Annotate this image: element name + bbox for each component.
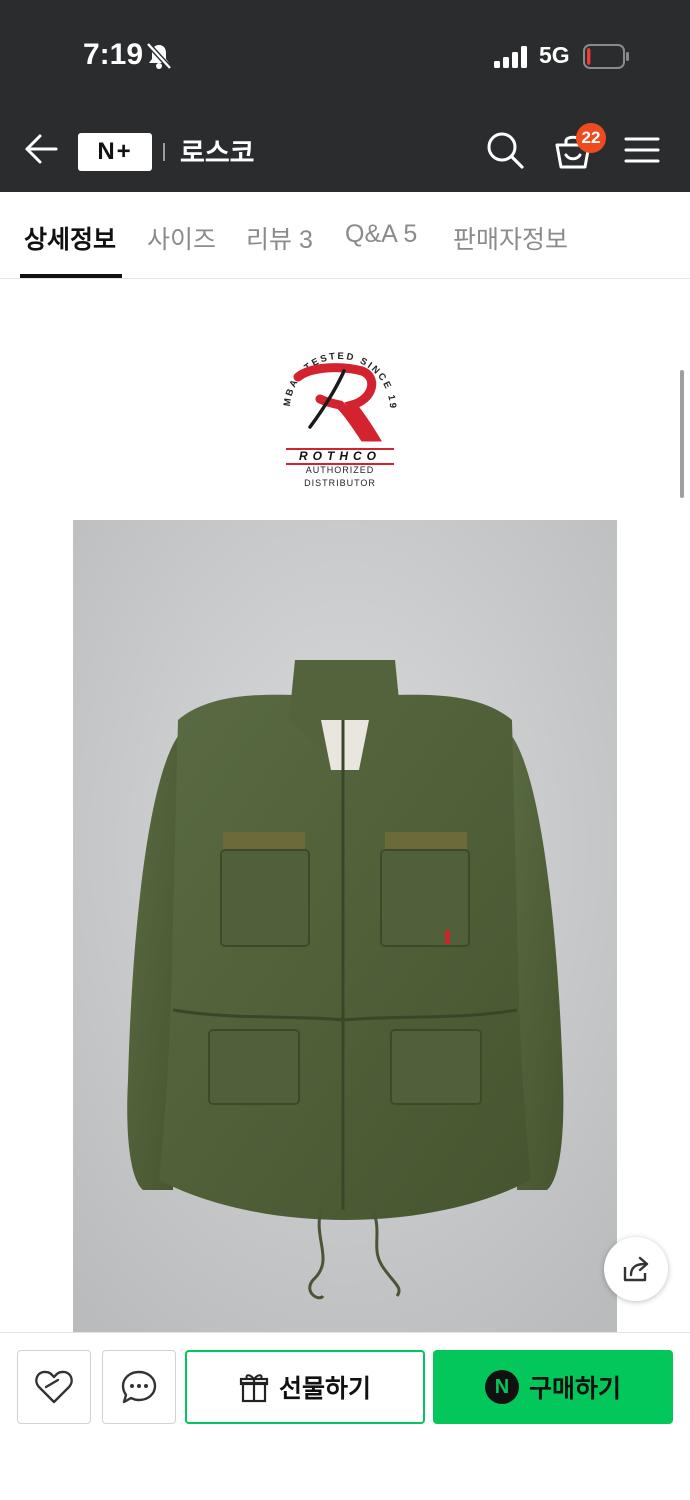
status-bar: 7:19 5G: [0, 0, 690, 105]
back-arrow-icon[interactable]: [24, 133, 58, 165]
bell-muted-icon: [146, 42, 172, 70]
tab-size[interactable]: 사이즈: [147, 220, 216, 256]
gift-icon: [239, 1374, 269, 1403]
buy-button[interactable]: N 구매하기: [433, 1350, 673, 1424]
active-tab-indicator: [20, 274, 122, 278]
signal-icon: [494, 46, 527, 68]
naver-plus-logo-text: N+: [97, 138, 133, 165]
tab-reviews[interactable]: 리뷰 3: [246, 220, 313, 256]
scrollbar[interactable]: [680, 370, 684, 498]
search-icon[interactable]: [485, 130, 525, 170]
product-image-jacket[interactable]: [73, 520, 617, 1332]
store-name[interactable]: 로스코: [180, 131, 255, 170]
naver-pay-logo: N: [484, 1370, 519, 1404]
bottom-action-bar: 선물하기 N 구매하기: [0, 1332, 690, 1500]
buy-button-label: 구매하기: [528, 1375, 621, 1403]
header-divider: [163, 143, 165, 161]
gift-button-label: 선물하기: [278, 1375, 371, 1403]
battery-low-icon: [583, 44, 629, 69]
top-navigation: N+ 로스코 22: [0, 105, 690, 192]
tab-qna[interactable]: Q&A 5: [345, 220, 417, 249]
product-tabs: 상세정보 사이즈 리뷰 3 Q&A 5 판매자정보: [0, 192, 690, 279]
heart-icon: [35, 1370, 73, 1404]
gift-button[interactable]: 선물하기: [185, 1350, 425, 1424]
logo-distributor-text: DISTRIBUTOR: [304, 478, 376, 488]
network-label: 5G: [539, 42, 570, 68]
status-time: 7:19: [83, 38, 144, 71]
naver-plus-logo[interactable]: N+: [78, 133, 152, 171]
svg-text:ROTHCO: ROTHCO: [299, 449, 381, 463]
menu-icon[interactable]: [624, 135, 660, 165]
tab-details[interactable]: 상세정보: [24, 220, 116, 256]
chat-bubble-icon: [121, 1370, 157, 1404]
share-button[interactable]: [604, 1237, 668, 1301]
cart-count-badge: 22: [576, 123, 606, 153]
talk-button[interactable]: [102, 1350, 176, 1424]
tab-seller-info[interactable]: 판매자정보: [453, 220, 568, 256]
wishlist-button[interactable]: [17, 1350, 91, 1424]
logo-authorized-text: AUTHORIZED: [305, 465, 375, 475]
share-icon: [623, 1256, 649, 1282]
